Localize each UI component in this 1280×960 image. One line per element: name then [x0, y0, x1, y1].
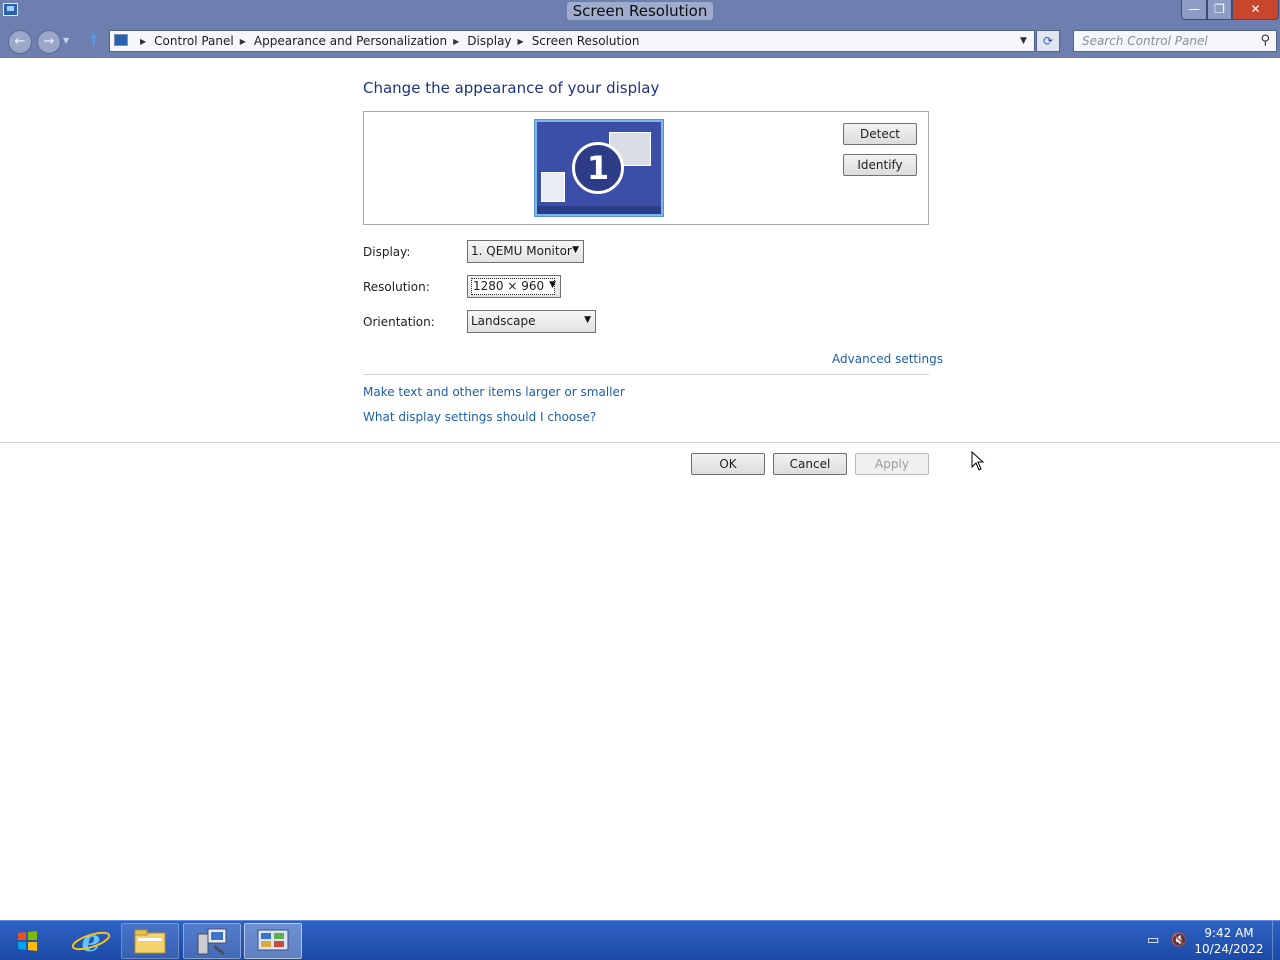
- clock-time: 9:42 AM: [1204, 926, 1254, 940]
- chevron-down-icon: ▼: [584, 315, 591, 325]
- resolution-label: Resolution:: [363, 280, 430, 294]
- control-panel-icon: [114, 34, 128, 46]
- breadcrumb-appearance-and-personalization[interactable]: Appearance and Personalization: [254, 34, 447, 48]
- window-graphic-icon: [541, 172, 565, 202]
- up-button[interactable]: ↑: [87, 31, 100, 50]
- server-manager-icon: [197, 928, 227, 956]
- taskbar: e ▭ 🔇 9:42 AM 10/24/2022: [0, 920, 1280, 960]
- taskbar-file-explorer[interactable]: [121, 923, 179, 959]
- back-button[interactable]: ←: [8, 30, 32, 54]
- apply-button[interactable]: Apply: [855, 453, 929, 475]
- chevron-down-icon: ▼: [572, 245, 579, 255]
- monitor-number-badge: 1: [572, 142, 624, 194]
- cancel-button[interactable]: Cancel: [773, 453, 847, 475]
- display-help-link[interactable]: What display settings should I choose?: [363, 410, 596, 424]
- internet-explorer-icon: e: [71, 924, 111, 959]
- up-arrow-icon: ↑: [87, 31, 101, 50]
- display-preview-panel: 1 Detect Identify: [363, 111, 929, 225]
- forward-arrow-icon: →: [43, 34, 55, 49]
- divider: [0, 442, 1280, 443]
- taskbar-internet-explorer[interactable]: e: [62, 923, 120, 959]
- breadcrumb-separator-icon[interactable]: ▶: [240, 37, 246, 46]
- back-arrow-icon: ←: [14, 34, 26, 49]
- breadcrumb-screen-resolution[interactable]: Screen Resolution: [532, 34, 640, 48]
- divider: [363, 374, 929, 375]
- svg-text:e: e: [81, 924, 100, 959]
- orientation-select-value: Landscape: [471, 314, 536, 328]
- taskbar-control-panel[interactable]: [244, 923, 302, 959]
- navigation-bar: ← → ▼ ↑ ▶ Control Panel ▶ Appearance and…: [0, 24, 1280, 58]
- taskbar-server-manager[interactable]: [183, 923, 241, 959]
- control-panel-icon: [257, 929, 289, 951]
- start-button[interactable]: [6, 925, 50, 957]
- breadcrumb-display[interactable]: Display: [467, 34, 511, 48]
- window-title: Screen Resolution: [0, 2, 1280, 20]
- breadcrumb-separator-icon[interactable]: ▶: [453, 37, 459, 46]
- address-history-chevron-icon[interactable]: ▼: [1020, 36, 1027, 46]
- recent-pages-chevron-icon[interactable]: ▼: [63, 36, 69, 45]
- display-label: Display:: [363, 245, 411, 259]
- breadcrumb: ▶ Control Panel ▶ Appearance and Persona…: [134, 34, 639, 48]
- volume-muted-icon[interactable]: 🔇: [1171, 933, 1187, 948]
- breadcrumb-separator-icon[interactable]: ▶: [518, 37, 524, 46]
- refresh-button[interactable]: ⟳: [1036, 30, 1060, 52]
- close-button[interactable]: ✕: [1232, 0, 1279, 20]
- title-bar[interactable]: Screen Resolution — ❐ ✕: [0, 0, 1280, 24]
- resolution-select[interactable]: 1280 × 960 ▼: [467, 275, 561, 298]
- minimize-button[interactable]: —: [1181, 0, 1207, 20]
- orientation-label: Orientation:: [363, 315, 435, 329]
- search-box[interactable]: Search Control Panel ⚲: [1073, 30, 1277, 52]
- address-bar[interactable]: ▶ Control Panel ▶ Appearance and Persona…: [109, 30, 1035, 52]
- taskbar-graphic: [537, 206, 661, 214]
- ok-button[interactable]: OK: [691, 453, 765, 475]
- resolution-select-value: 1280 × 960: [471, 278, 556, 295]
- text-size-link[interactable]: Make text and other items larger or smal…: [363, 385, 625, 399]
- search-input[interactable]: Search Control Panel: [1082, 34, 1208, 48]
- detect-button[interactable]: Detect: [843, 123, 917, 145]
- orientation-select[interactable]: Landscape ▼: [467, 310, 596, 333]
- clock-date: 10/24/2022: [1194, 942, 1264, 956]
- identify-button[interactable]: Identify: [843, 154, 917, 176]
- page-title: Change the appearance of your display: [363, 79, 660, 97]
- show-desktop-button[interactable]: [1272, 921, 1280, 960]
- monitor-1-thumbnail[interactable]: 1: [535, 120, 663, 216]
- clock[interactable]: 9:42 AM 10/24/2022: [1193, 925, 1265, 957]
- windows-logo-icon: [18, 931, 37, 951]
- folder-icon: [134, 929, 166, 954]
- display-select[interactable]: 1. QEMU Monitor ▼: [467, 240, 584, 263]
- chevron-down-icon: ▼: [549, 280, 556, 290]
- forward-button[interactable]: →: [37, 30, 61, 54]
- advanced-settings-link[interactable]: Advanced settings: [832, 352, 943, 366]
- network-icon[interactable]: ▭: [1147, 933, 1159, 948]
- display-select-value: 1. QEMU Monitor: [471, 244, 572, 258]
- refresh-icon: ⟳: [1042, 34, 1054, 48]
- restore-button[interactable]: ❐: [1207, 0, 1232, 20]
- breadcrumb-control-panel[interactable]: Control Panel: [154, 34, 234, 48]
- search-icon[interactable]: ⚲: [1260, 33, 1270, 48]
- breadcrumb-separator-icon[interactable]: ▶: [140, 37, 146, 46]
